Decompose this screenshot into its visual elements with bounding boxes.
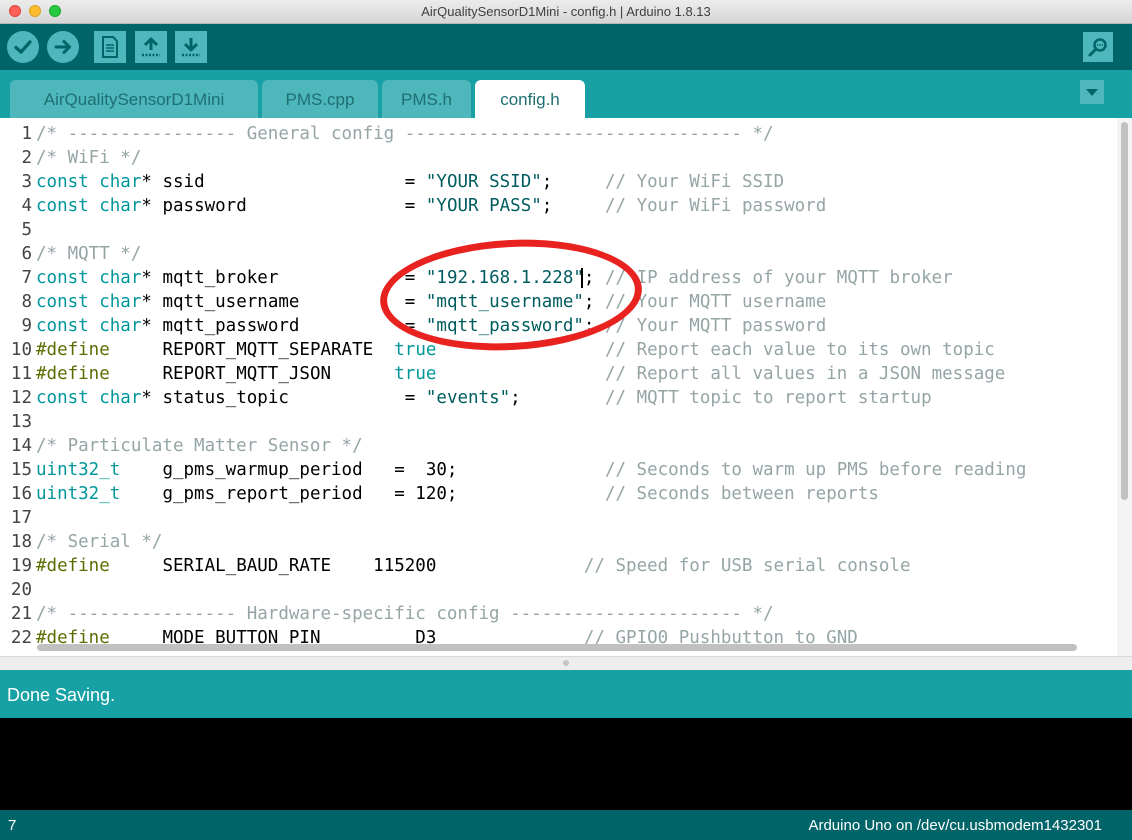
- code-line[interactable]: 11 #define REPORT_MQTT_JSON true // Repor…: [0, 362, 1115, 386]
- line-code: /* Serial */: [36, 532, 163, 552]
- line-number: 11: [10, 364, 32, 384]
- tab-pms-h[interactable]: PMS.h: [382, 80, 471, 118]
- code-line[interactable]: 14/* Particulate Matter Sensor */: [0, 434, 1115, 458]
- new-file-button[interactable]: [94, 31, 126, 63]
- code-line[interactable]: 17: [0, 506, 1115, 530]
- code-line[interactable]: 18/* Serial */: [0, 530, 1115, 554]
- console-output[interactable]: [0, 718, 1132, 810]
- line-code: const char* mqtt_password = "mqtt_passwo…: [36, 316, 827, 336]
- line-number: 1: [21, 124, 32, 144]
- line-code: /* MQTT */: [36, 244, 142, 264]
- code-line[interactable]: 21/* ---------------- Hardware-specific …: [0, 602, 1115, 626]
- line-number: 22: [10, 628, 32, 648]
- line-number: 20: [10, 580, 32, 600]
- line-number: 8: [21, 292, 32, 312]
- status-message: Done Saving.: [7, 685, 116, 705]
- open-button[interactable]: [135, 31, 167, 63]
- code-line[interactable]: 2/* WiFi */: [0, 146, 1115, 170]
- code-line[interactable]: 7 const char* mqtt_broker = "192.168.1.22…: [0, 266, 1115, 290]
- line-number: 19: [10, 556, 32, 576]
- line-number: 17: [10, 508, 32, 528]
- tab-airqualitysensord1mini[interactable]: AirQualitySensorD1Mini: [10, 80, 258, 118]
- line-number: 2: [21, 148, 32, 168]
- line-code: /* Particulate Matter Sensor */: [36, 436, 363, 456]
- line-number: 13: [10, 412, 32, 432]
- code-line[interactable]: 19 #define SERIAL_BAUD_RATE 115200 // Spe…: [0, 554, 1115, 578]
- chevron-down-icon: [1086, 89, 1098, 96]
- line-number: 14: [10, 436, 32, 456]
- magnifier-icon: [1088, 38, 1107, 57]
- line-number: 6: [21, 244, 32, 264]
- save-icon: [182, 38, 200, 57]
- splitter-handle-icon: [563, 660, 569, 666]
- new-file-icon: [102, 36, 118, 58]
- line-code: const char* password = "YOUR PASS"; // Y…: [36, 196, 827, 216]
- line-code: const char* ssid = "YOUR SSID"; // Your …: [36, 172, 785, 192]
- code-line[interactable]: 6/* MQTT */: [0, 242, 1115, 266]
- line-code: /* ---------------- Hardware-specific co…: [36, 604, 774, 624]
- line-code: const char* mqtt_broker = "192.168.1.228…: [36, 268, 953, 288]
- toolbar: [0, 24, 1132, 70]
- tab-menu-button[interactable]: [1080, 80, 1104, 104]
- board-port-info: Arduino Uno on /dev/cu.usbmodem1432301: [808, 817, 1102, 834]
- code-line[interactable]: 9 const char* mqtt_password = "mqtt_passw…: [0, 314, 1115, 338]
- line-number: 12: [10, 388, 32, 408]
- code-line[interactable]: 4 const char* password = "YOUR PASS"; // …: [0, 194, 1115, 218]
- line-code: const char* mqtt_username = "mqtt_userna…: [36, 292, 827, 312]
- tab-label: PMS.h: [400, 90, 453, 109]
- bottom-status-bar: 7 Arduino Uno on /dev/cu.usbmodem1432301: [0, 810, 1132, 840]
- tab-bar: AirQualitySensorD1Mini PMS.cpp PMS.h con…: [0, 70, 1132, 118]
- line-number: 4: [21, 196, 32, 216]
- line-number: 3: [21, 172, 32, 192]
- vertical-scrollbar-thumb[interactable]: [1121, 122, 1128, 500]
- line-number: 21: [10, 604, 32, 624]
- code-line[interactable]: 13: [0, 410, 1115, 434]
- line-code: /* ---------------- General config -----…: [36, 124, 774, 144]
- line-number: 16: [10, 484, 32, 504]
- code-line[interactable]: 1/* ---------------- General config ----…: [0, 122, 1115, 146]
- tab-label: PMS.cpp: [285, 90, 355, 109]
- line-number: 15: [10, 460, 32, 480]
- horizontal-scrollbar-thumb[interactable]: [37, 644, 1077, 651]
- open-icon: [142, 37, 160, 57]
- code-line[interactable]: 5: [0, 218, 1115, 242]
- code-line[interactable]: 15 uint32_t g_pms_warmup_period = 30; // …: [0, 458, 1115, 482]
- text-cursor: [581, 268, 583, 288]
- line-number: 5: [21, 220, 32, 240]
- line-number: 9: [21, 316, 32, 336]
- status-bar: Done Saving.: [0, 670, 1132, 718]
- upload-icon: [54, 40, 71, 54]
- code-line[interactable]: 10 #define REPORT_MQTT_SEPARATE true // R…: [0, 338, 1115, 362]
- line-code: const char* status_topic = "events"; // …: [36, 388, 932, 408]
- code-line[interactable]: 3 const char* ssid = "YOUR SSID"; // Your…: [0, 170, 1115, 194]
- line-number: 10: [10, 340, 32, 360]
- tab-label: config.h: [500, 90, 560, 109]
- tab-config-h[interactable]: config.h: [475, 80, 585, 118]
- verify-icon: [14, 40, 32, 54]
- code-line[interactable]: 12 const char* status_topic = "events"; /…: [0, 386, 1115, 410]
- line-code: uint32_t g_pms_warmup_period = 30; // Se…: [36, 460, 1027, 480]
- line-code: /* WiFi */: [36, 148, 142, 168]
- code-line[interactable]: 16 uint32_t g_pms_report_period = 120; //…: [0, 482, 1115, 506]
- line-code: #define SERIAL_BAUD_RATE 115200 // Speed…: [36, 556, 911, 576]
- code-editor[interactable]: 1/* ---------------- General config ----…: [0, 118, 1132, 656]
- tab-pms-cpp[interactable]: PMS.cpp: [262, 80, 378, 118]
- line-code: uint32_t g_pms_report_period = 120; // S…: [36, 484, 879, 504]
- line-number: 7: [21, 268, 32, 288]
- pane-splitter[interactable]: [0, 656, 1132, 670]
- verify-button[interactable]: [7, 31, 39, 63]
- line-code: #define REPORT_MQTT_JSON true // Report …: [36, 364, 1006, 384]
- upload-button[interactable]: [47, 31, 79, 63]
- line-code: #define REPORT_MQTT_SEPARATE true // Rep…: [36, 340, 995, 360]
- window-titlebar: AirQualitySensorD1Mini - config.h | Ardu…: [0, 0, 1132, 24]
- tab-label: AirQualitySensorD1Mini: [43, 90, 225, 109]
- line-number: 18: [10, 532, 32, 552]
- code-line[interactable]: 8 const char* mqtt_username = "mqtt_usern…: [0, 290, 1115, 314]
- code-line[interactable]: 20: [0, 578, 1115, 602]
- current-line-number: 7: [8, 817, 17, 834]
- serial-monitor-button[interactable]: [1083, 32, 1113, 62]
- window-title: AirQualitySensorD1Mini - config.h | Ardu…: [421, 4, 711, 19]
- save-button[interactable]: [175, 31, 207, 63]
